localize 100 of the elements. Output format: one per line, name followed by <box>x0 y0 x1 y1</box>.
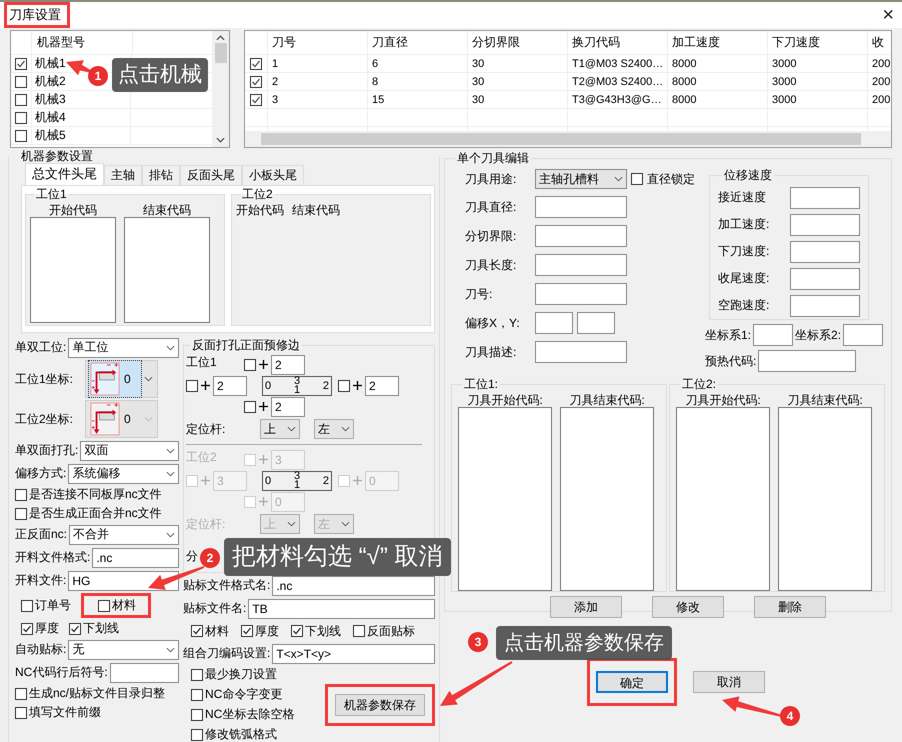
checkbox-label[interactable]: 下划线 <box>305 622 341 640</box>
checkbox[interactable] <box>21 622 33 634</box>
input-field[interactable] <box>577 312 615 334</box>
input-field[interactable] <box>790 214 860 236</box>
checkbox[interactable] <box>191 728 203 740</box>
machine-name[interactable]: 机械5 <box>35 127 66 144</box>
machine-name[interactable]: 机械1 <box>35 55 66 72</box>
input-field[interactable] <box>535 341 627 363</box>
action-button[interactable]: 修改 <box>652 596 724 618</box>
checkbox-label[interactable]: 是否连接不同板厚nc文件 <box>29 486 162 503</box>
checkbox[interactable] <box>191 688 203 700</box>
dropdown[interactable]: 无 <box>68 640 179 660</box>
input-field[interactable] <box>790 268 860 290</box>
checkbox-label[interactable]: 最少换刀设置 <box>205 666 277 683</box>
text-area[interactable] <box>30 217 116 323</box>
checkbox[interactable] <box>250 76 262 88</box>
checkbox-label[interactable]: 材料 <box>205 622 229 640</box>
dropdown[interactable]: 0 <box>85 360 158 398</box>
checkbox[interactable] <box>98 600 110 612</box>
input-field[interactable] <box>790 186 860 208</box>
input-field[interactable]: T<x>T<y> <box>272 644 435 664</box>
scrollbar[interactable] <box>245 131 891 147</box>
save-button[interactable]: 机器参数保存 <box>335 694 425 716</box>
checkbox[interactable] <box>191 668 203 680</box>
input-field[interactable] <box>758 350 856 372</box>
action-button[interactable]: 删除 <box>754 596 826 618</box>
input-field[interactable] <box>535 283 627 305</box>
input-field[interactable] <box>110 662 179 682</box>
checkbox[interactable] <box>69 622 81 634</box>
close-button[interactable]: × <box>882 4 894 26</box>
input-field[interactable]: .nc <box>92 548 179 568</box>
machine-name[interactable]: 机械2 <box>35 73 66 90</box>
checkbox[interactable] <box>250 94 262 106</box>
dropdown[interactable]: 0 <box>85 400 158 438</box>
input-field[interactable] <box>535 312 573 334</box>
checkbox-label[interactable]: 反面贴标 <box>367 622 415 640</box>
text-area[interactable] <box>124 217 210 323</box>
input-field[interactable]: 2 <box>365 376 399 396</box>
checkbox-label[interactable]: 填写文件前缀 <box>29 704 101 721</box>
checkbox-label[interactable]: 厚度 <box>35 620 59 637</box>
input-field[interactable] <box>790 294 860 316</box>
text-area[interactable] <box>560 407 654 591</box>
input-field[interactable]: TB <box>248 598 435 618</box>
checkbox-label[interactable]: 修改铣弧格式 <box>205 726 277 742</box>
dropdown[interactable]: 系统偏移 <box>68 464 179 484</box>
checkbox[interactable] <box>241 625 253 637</box>
input-field[interactable]: 2 <box>271 354 305 374</box>
dropdown[interactable]: 主轴孔槽料 <box>535 169 627 189</box>
checkbox[interactable] <box>244 400 256 412</box>
input-field[interactable]: .nc <box>272 576 435 596</box>
input-field[interactable] <box>535 225 627 247</box>
dropdown[interactable]: 双面 <box>80 440 179 460</box>
scroll-down-icon[interactable] <box>216 137 225 143</box>
checkbox[interactable] <box>15 58 27 70</box>
input-field[interactable] <box>535 196 627 218</box>
checkbox[interactable] <box>15 112 27 124</box>
checkbox[interactable] <box>15 508 27 520</box>
scrollbar[interactable] <box>212 31 229 147</box>
checkbox[interactable] <box>250 58 262 70</box>
checkbox[interactable] <box>15 488 27 500</box>
input-field[interactable] <box>753 324 794 346</box>
checkbox-label[interactable]: 是否生成正面合并nc文件 <box>29 505 162 522</box>
checkbox-label[interactable]: 下划线 <box>83 620 119 637</box>
checkbox[interactable] <box>353 625 365 637</box>
input-field[interactable]: 2 <box>213 376 247 396</box>
checkbox-label[interactable]: 生成nc/贴标文件目录归整 <box>29 685 166 702</box>
text-area[interactable] <box>458 407 552 591</box>
dropdown[interactable]: 不合并 <box>69 524 179 544</box>
cancel-button[interactable]: 取消 <box>693 671 765 693</box>
tab[interactable]: 小板头尾 <box>242 165 304 185</box>
checkbox-label[interactable]: 直径锁定 <box>647 170 695 188</box>
machine-name[interactable]: 机械4 <box>35 109 66 126</box>
checkbox[interactable] <box>631 173 643 185</box>
checkbox-label[interactable]: NC命令字变更 <box>205 686 282 703</box>
tab[interactable]: 反面头尾 <box>180 165 242 185</box>
input-field[interactable]: 2 <box>271 396 305 416</box>
checkbox[interactable] <box>15 130 27 142</box>
dropdown[interactable]: 单工位 <box>68 338 179 358</box>
checkbox[interactable] <box>186 380 198 392</box>
text-area[interactable] <box>778 407 872 591</box>
checkbox[interactable] <box>15 94 27 106</box>
checkbox[interactable] <box>15 706 27 718</box>
checkbox-label[interactable]: 厚度 <box>255 622 279 640</box>
checkbox[interactable] <box>191 708 203 720</box>
machine-name[interactable]: 机械3 <box>35 91 66 108</box>
text-area[interactable] <box>676 407 770 591</box>
checkbox[interactable] <box>15 688 27 700</box>
checkbox-label[interactable]: 订单号 <box>35 597 71 614</box>
checkbox[interactable] <box>338 380 350 392</box>
checkbox[interactable] <box>15 76 27 88</box>
ok-button[interactable]: 确定 <box>596 671 668 693</box>
checkbox[interactable] <box>291 625 303 637</box>
tab[interactable]: 排钻 <box>142 165 180 185</box>
input-field[interactable] <box>535 254 627 276</box>
action-button[interactable]: 添加 <box>550 596 622 618</box>
input-field[interactable]: HG <box>68 570 179 590</box>
checkbox-label[interactable]: NC坐标去除空格 <box>205 706 294 723</box>
scroll-thumb[interactable] <box>214 43 226 63</box>
checkbox[interactable] <box>244 358 256 370</box>
dropdown[interactable]: 上 <box>260 419 300 439</box>
